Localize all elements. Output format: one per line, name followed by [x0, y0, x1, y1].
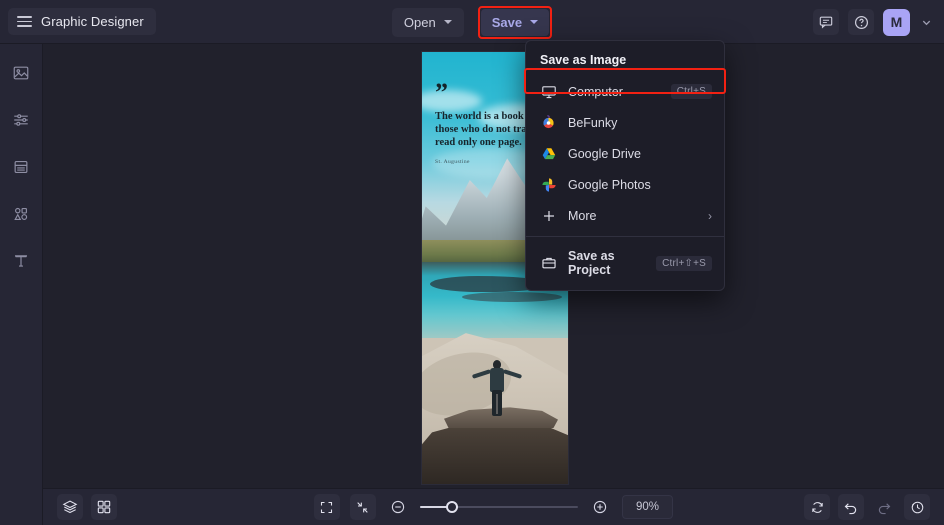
help-button[interactable] [848, 9, 874, 35]
plus-circle-icon [593, 500, 607, 514]
save-button-label: Save [491, 14, 523, 30]
zoom-slider[interactable] [419, 500, 578, 514]
fullscreen-icon [321, 501, 333, 513]
menu-item-google-photos[interactable]: Google Photos [526, 169, 724, 200]
google-photos-icon [540, 176, 557, 193]
fit-screen-icon [357, 501, 369, 513]
fit-screen-button[interactable] [349, 494, 376, 520]
text-icon [15, 255, 27, 267]
menu-item-label: Save as Project [568, 249, 615, 277]
app-menu-button[interactable]: Graphic Designer [8, 8, 156, 35]
avatar[interactable]: M [883, 8, 910, 36]
chat-icon [819, 16, 833, 29]
sidebar-item-text[interactable] [6, 246, 36, 276]
chevron-down-icon [443, 20, 452, 24]
water-rocks [462, 292, 562, 302]
footer-left [57, 494, 117, 520]
open-button-label: Open [403, 14, 436, 30]
undo-button[interactable] [838, 494, 864, 520]
footer-toolbar: 90% [43, 488, 944, 525]
canvas-lower-photo [422, 262, 568, 484]
google-drive-icon [540, 145, 557, 162]
image-icon [13, 66, 29, 80]
app-root: Graphic Designer Open Save M ” The world… [0, 0, 944, 525]
zoom-out-button[interactable] [386, 495, 410, 519]
fullscreen-button[interactable] [313, 494, 340, 520]
header-right: M [813, 0, 934, 44]
history-icon [911, 501, 923, 513]
chevron-down-icon [530, 20, 539, 24]
avatar-initial: M [890, 14, 903, 30]
menu-item-shortcut: Ctrl+S [670, 84, 712, 99]
help-circle-icon [854, 15, 868, 29]
layers-icon [62, 500, 78, 514]
sidebar-item-image[interactable] [6, 58, 36, 88]
sidebar-item-templates[interactable] [6, 152, 36, 182]
chevron-right-icon: › [708, 208, 712, 223]
menu-item-label: Computer [568, 84, 623, 99]
layers-button[interactable] [57, 494, 83, 520]
sidebar-item-adjust[interactable] [6, 105, 36, 135]
plus-icon [540, 207, 557, 224]
redo-button[interactable] [872, 495, 896, 519]
briefcase-icon [540, 255, 557, 272]
menu-item-befunky[interactable]: BeFunky [526, 107, 724, 138]
open-button[interactable]: Open [391, 7, 464, 37]
zoom-slider-handle[interactable] [445, 501, 458, 513]
menu-item-computer[interactable]: Computer Ctrl+S [526, 76, 724, 107]
history-button[interactable] [904, 494, 930, 520]
reset-button[interactable] [804, 494, 830, 520]
zoom-in-button[interactable] [588, 495, 612, 519]
menu-item-label: BeFunky [568, 115, 618, 130]
monitor-icon [540, 83, 557, 100]
menu-item-google-drive[interactable]: Google Drive [526, 138, 724, 169]
grid-icon [97, 500, 111, 514]
save-menu: Save as Image Computer Ctrl+S BeFunky Go… [525, 40, 725, 291]
undo-icon [844, 503, 857, 515]
menu-item-save-as-project[interactable]: Save as Project Ctrl+⇧+S [526, 242, 724, 284]
header-left: Graphic Designer [8, 8, 156, 35]
app-title: Graphic Designer [41, 14, 144, 29]
layout-icon [14, 161, 28, 173]
befunky-icon [540, 114, 557, 131]
menu-item-label: Google Photos [568, 177, 651, 192]
grid-view-button[interactable] [91, 494, 117, 520]
menu-item-label: More [568, 208, 597, 223]
redo-icon [878, 503, 891, 515]
reset-icon [811, 501, 823, 513]
feedback-button[interactable] [813, 9, 839, 35]
menu-divider [526, 236, 724, 237]
save-button-highlight: Save [477, 5, 553, 39]
avatar-menu-button[interactable] [919, 17, 934, 28]
shapes-icon [14, 207, 28, 220]
chevron-down-icon [922, 20, 931, 25]
hamburger-icon [17, 16, 32, 27]
left-toolbar [0, 44, 43, 525]
menu-item-more[interactable]: More › [526, 200, 724, 231]
save-button[interactable]: Save [480, 8, 550, 36]
zoom-level-value[interactable]: 90% [621, 495, 674, 519]
sliders-icon [14, 114, 28, 126]
minus-circle-icon [391, 500, 405, 514]
menu-item-label: Google Drive [568, 146, 641, 161]
sidebar-item-graphics[interactable] [6, 199, 36, 229]
menu-item-shortcut: Ctrl+⇧+S [656, 255, 712, 271]
save-menu-title: Save as Image [540, 53, 627, 67]
footer-right [804, 494, 930, 520]
workspace[interactable]: ” The world is a book and those who do n… [43, 44, 944, 488]
header-bar: Graphic Designer Open Save M [0, 0, 944, 44]
person-figure [471, 360, 523, 418]
